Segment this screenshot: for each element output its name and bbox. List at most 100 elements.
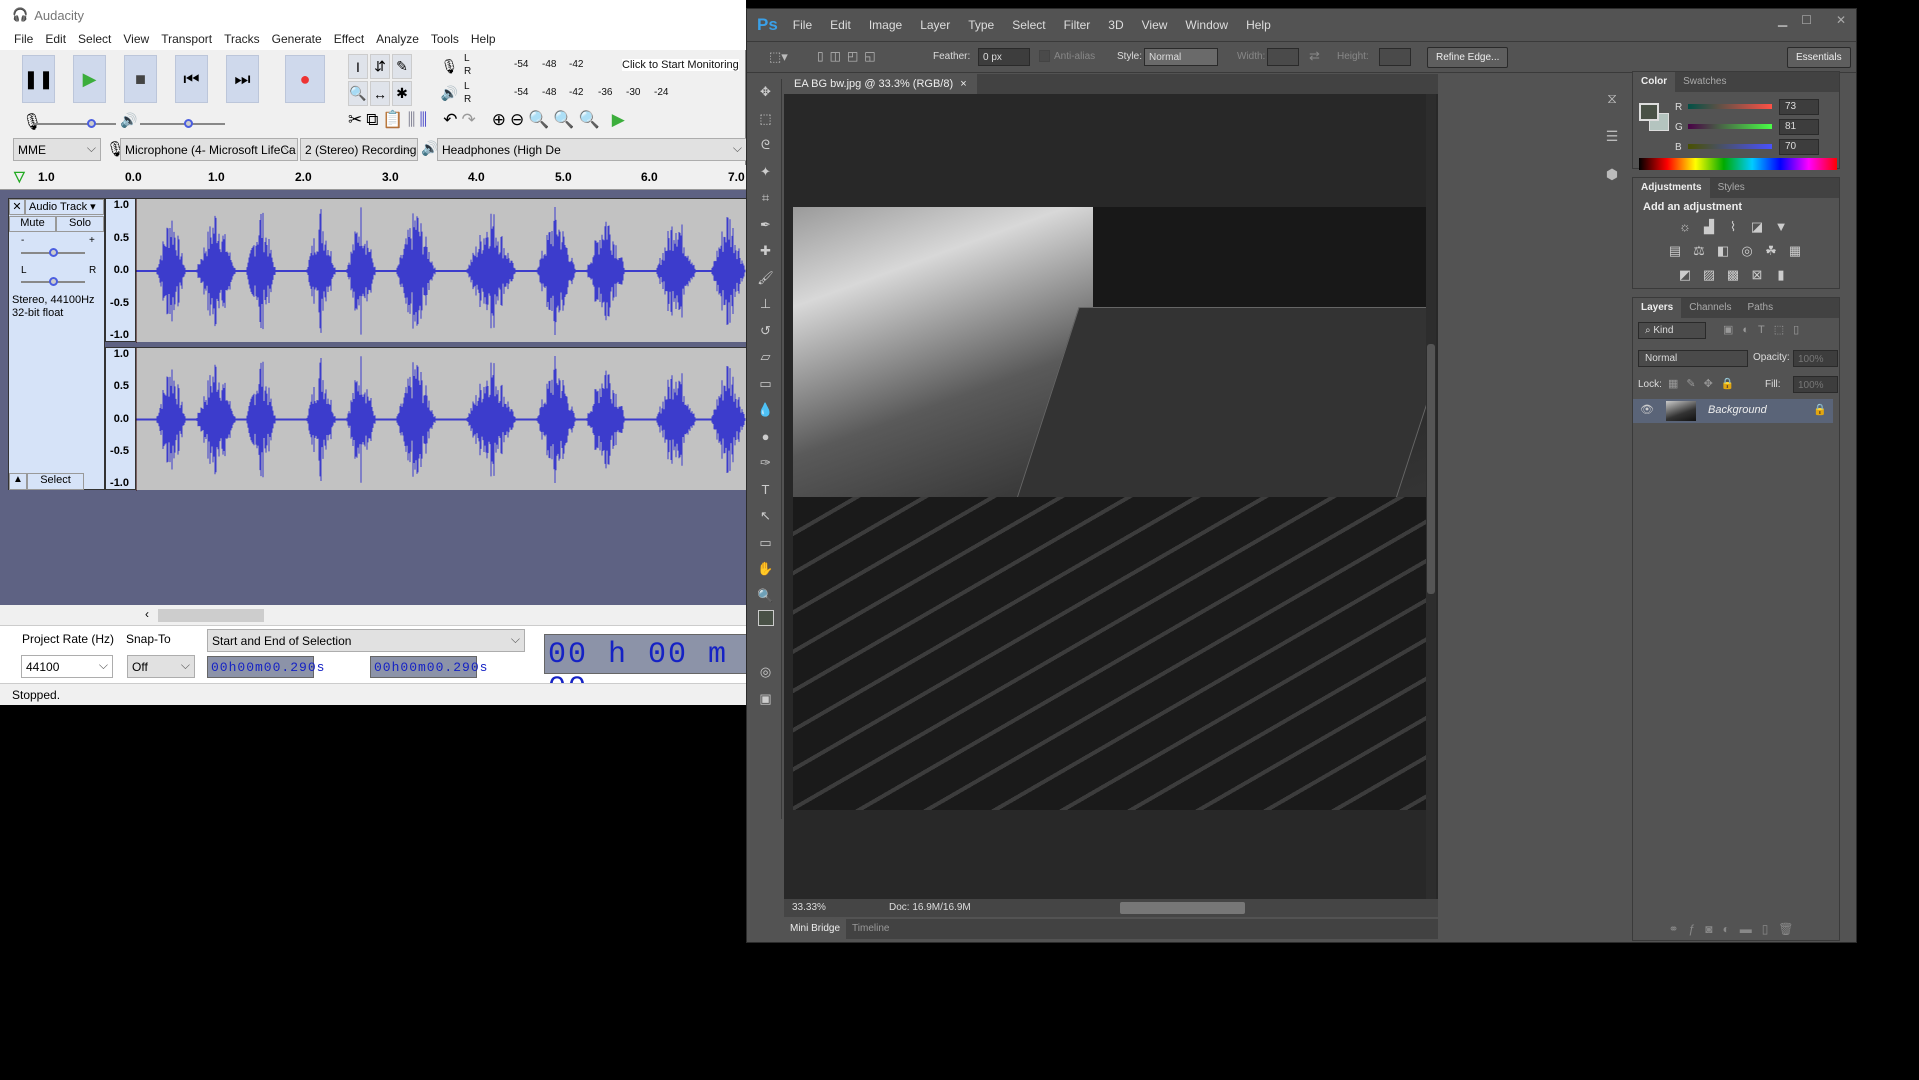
levels-icon[interactable]: ▟: [1699, 219, 1719, 237]
invert-icon[interactable]: ◩: [1675, 267, 1695, 285]
skip-end-button[interactable]: ⏭: [226, 55, 259, 103]
menu-tools[interactable]: Tools: [425, 30, 465, 50]
selection-mode-icons[interactable]: ▯◫◰◱: [817, 49, 882, 63]
move-tool-icon[interactable]: ✥: [750, 79, 781, 106]
ps-menu-layer[interactable]: Layer: [911, 18, 959, 32]
ps-menu-image[interactable]: Image: [860, 18, 911, 32]
audio-position-display[interactable]: 00 h 00 m 00: [544, 634, 754, 706]
magic-wand-icon[interactable]: ✦: [750, 159, 781, 186]
feather-input[interactable]: 0 px: [978, 48, 1030, 66]
draw-tool-icon[interactable]: ✎: [392, 54, 412, 79]
brightness-icon[interactable]: ☼: [1675, 219, 1695, 237]
r-slider[interactable]: [1688, 104, 1772, 109]
recording-device-select[interactable]: Microphone (4- Microsoft LifeCa: [120, 138, 298, 161]
copy-icon[interactable]: ⧉: [366, 110, 378, 130]
zoom-level[interactable]: 33.33%: [792, 902, 826, 913]
visibility-eye-icon[interactable]: 👁: [1640, 403, 1654, 416]
tab-styles[interactable]: Styles: [1710, 178, 1753, 198]
playback-device-select[interactable]: Headphones (High De: [437, 138, 747, 161]
envelope-tool-icon[interactable]: ⇵: [370, 54, 390, 79]
history-brush-icon[interactable]: ↺: [750, 318, 781, 345]
playback-volume-slider[interactable]: [140, 119, 225, 128]
menu-view[interactable]: View: [117, 30, 155, 50]
blend-mode-select[interactable]: Normal: [1638, 350, 1748, 367]
selection-end-time[interactable]: 00h00m00.290s: [370, 656, 487, 678]
pen-tool-icon[interactable]: ✑: [750, 450, 781, 477]
menu-edit[interactable]: Edit: [39, 30, 72, 50]
opacity-input[interactable]: 100%: [1793, 350, 1838, 367]
collapse-track-button[interactable]: ▲: [9, 473, 27, 490]
multi-tool-icon[interactable]: ✱: [392, 81, 412, 106]
waveform-left-channel[interactable]: [135, 198, 746, 343]
solo-button[interactable]: Solo: [56, 216, 104, 232]
scroll-thumb[interactable]: [158, 609, 264, 622]
ps-menu-3d[interactable]: 3D: [1099, 18, 1132, 32]
g-input[interactable]: 81: [1779, 119, 1819, 135]
crop-tool-icon[interactable]: ⌗: [750, 185, 781, 212]
black-white-icon[interactable]: ◧: [1713, 243, 1733, 261]
tab-swatches[interactable]: Swatches: [1675, 72, 1734, 92]
marquee-tool-icon[interactable]: ⬚: [750, 106, 781, 133]
zoom-toggle-icon[interactable]: 🔍: [579, 110, 600, 130]
stamp-tool-icon[interactable]: ⊥: [750, 291, 781, 318]
selective-color-icon[interactable]: ⊠: [1747, 267, 1767, 285]
play-head-icon[interactable]: ▽: [14, 168, 25, 185]
layer-row-background[interactable]: 👁 Background 🔒: [1633, 399, 1833, 423]
timeline-ruler[interactable]: ▽ 1.0 0.0 1.0 2.0 3.0 4.0 5.0 6.0 7.0: [0, 165, 746, 190]
fit-selection-icon[interactable]: 🔍: [528, 110, 549, 130]
history-panel-icon[interactable]: ⧖: [1596, 79, 1628, 117]
kind-filter[interactable]: ⌕ Kind: [1638, 322, 1706, 339]
r-input[interactable]: 73: [1779, 99, 1819, 115]
microphone-icon[interactable]: 🎙: [440, 54, 459, 79]
fit-project-icon[interactable]: 🔍: [553, 110, 574, 130]
selection-tool-icon[interactable]: I: [348, 54, 368, 79]
g-slider[interactable]: [1688, 124, 1772, 129]
zoom-tool-icon[interactable]: 🔍: [348, 81, 368, 106]
channels-select[interactable]: 2 (Stereo) Recording Chann: [300, 138, 418, 161]
record-button[interactable]: ●: [285, 55, 325, 103]
style-select[interactable]: Normal: [1144, 48, 1218, 66]
gradient-icon[interactable]: ▭: [750, 371, 781, 398]
zoom-out-icon[interactable]: ⊖: [510, 110, 524, 130]
play-button[interactable]: ▶: [73, 55, 106, 103]
zoom-tool-icon[interactable]: 🔍: [750, 583, 781, 610]
screen-mode-icon[interactable]: ▣: [750, 686, 781, 713]
channel-mixer-icon[interactable]: ☘: [1761, 243, 1781, 261]
scroll-left-icon[interactable]: ‹: [145, 607, 149, 621]
document-tab[interactable]: EA BG bw.jpg @ 33.3% (RGB/8) ×: [784, 74, 977, 94]
play-at-speed-icon[interactable]: ▶: [612, 110, 625, 130]
exposure-icon[interactable]: ◪: [1747, 219, 1767, 237]
menu-select[interactable]: Select: [72, 30, 117, 50]
color-spectrum[interactable]: [1639, 158, 1837, 170]
close-tab-icon[interactable]: ×: [960, 78, 966, 90]
tab-timeline[interactable]: Timeline: [846, 919, 895, 939]
stop-button[interactable]: ■: [124, 55, 157, 103]
menu-tracks[interactable]: Tracks: [218, 30, 266, 50]
quick-mask-icon[interactable]: ◎: [750, 659, 781, 686]
posterize-icon[interactable]: ▨: [1699, 267, 1719, 285]
pan-slider[interactable]: [21, 277, 85, 286]
layers-footer-icons[interactable]: ⚭ƒ◙◐▬▯🗑: [1633, 920, 1839, 940]
ps-menu-file[interactable]: File: [784, 18, 821, 32]
timeshift-tool-icon[interactable]: ↔: [370, 81, 390, 106]
3d-panel-icon[interactable]: ⬢: [1596, 155, 1628, 193]
threshold-icon[interactable]: ▩: [1723, 267, 1743, 285]
trim-icon[interactable]: ⫼: [408, 110, 416, 130]
brush-tool-icon[interactable]: 🖌: [750, 265, 781, 292]
ps-menu-select[interactable]: Select: [1003, 18, 1054, 32]
eraser-icon[interactable]: ▱: [750, 344, 781, 371]
horizontal-scrollbar[interactable]: ‹: [0, 605, 746, 625]
refine-edge-button[interactable]: Refine Edge...: [1427, 47, 1509, 68]
tab-layers[interactable]: Layers: [1633, 298, 1682, 318]
menu-transport[interactable]: Transport: [155, 30, 218, 50]
color-lookup-icon[interactable]: ▦: [1785, 243, 1805, 261]
b-slider[interactable]: [1688, 144, 1772, 149]
path-select-icon[interactable]: ↖: [750, 503, 781, 530]
waveform-right-channel[interactable]: [135, 347, 746, 491]
ps-menu-view[interactable]: View: [1133, 18, 1177, 32]
vibrance-icon[interactable]: ▼: [1771, 219, 1791, 237]
width-input[interactable]: [1267, 48, 1299, 66]
shape-tool-icon[interactable]: ▭: [750, 530, 781, 557]
selection-mode-select[interactable]: Start and End of Selection: [207, 629, 525, 652]
tab-color[interactable]: Color: [1633, 72, 1676, 92]
